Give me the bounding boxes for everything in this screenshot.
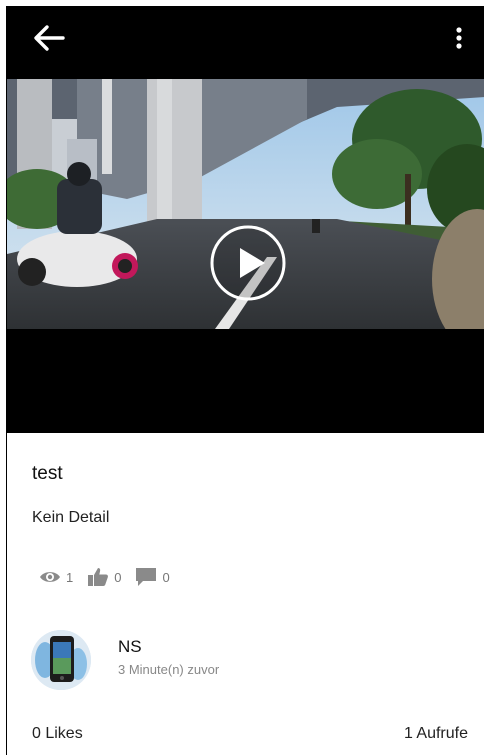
back-button[interactable] (29, 20, 69, 56)
comments-count: 0 (162, 569, 170, 585)
likes-count: 0 (114, 569, 122, 585)
arrow-left-icon (34, 25, 65, 51)
video-title: test (32, 463, 63, 484)
views-stat: 1 (39, 569, 73, 585)
likes-total: 0 Likes (32, 725, 83, 742)
eye-icon (40, 572, 60, 582)
more-options-button[interactable] (447, 20, 471, 56)
likes-stat[interactable]: 0 (87, 567, 121, 587)
comment-icon (136, 568, 157, 586)
play-button[interactable] (209, 224, 287, 302)
author-name[interactable]: NS (118, 637, 142, 657)
video-detail-screen: test Kein Detail 1 0 0 NS 3 Minute(n) zu… (6, 6, 484, 755)
stats-row: 1 0 0 (39, 562, 184, 592)
video-detail-text: Kein Detail (32, 509, 110, 526)
top-app-bar (7, 6, 484, 79)
more-vertical-icon (456, 27, 462, 49)
video-letterbox (7, 329, 484, 433)
play-circle-icon (210, 225, 286, 301)
views-total: 1 Aufrufe (403, 725, 468, 742)
post-time: 3 Minute(n) zuvor (118, 662, 220, 677)
comments-stat[interactable]: 0 (135, 567, 170, 587)
avatar-image (31, 630, 91, 690)
views-count: 1 (66, 569, 74, 585)
thumb-up-icon (88, 568, 109, 586)
avatar[interactable] (31, 630, 91, 690)
video-thumbnail[interactable] (7, 79, 484, 329)
